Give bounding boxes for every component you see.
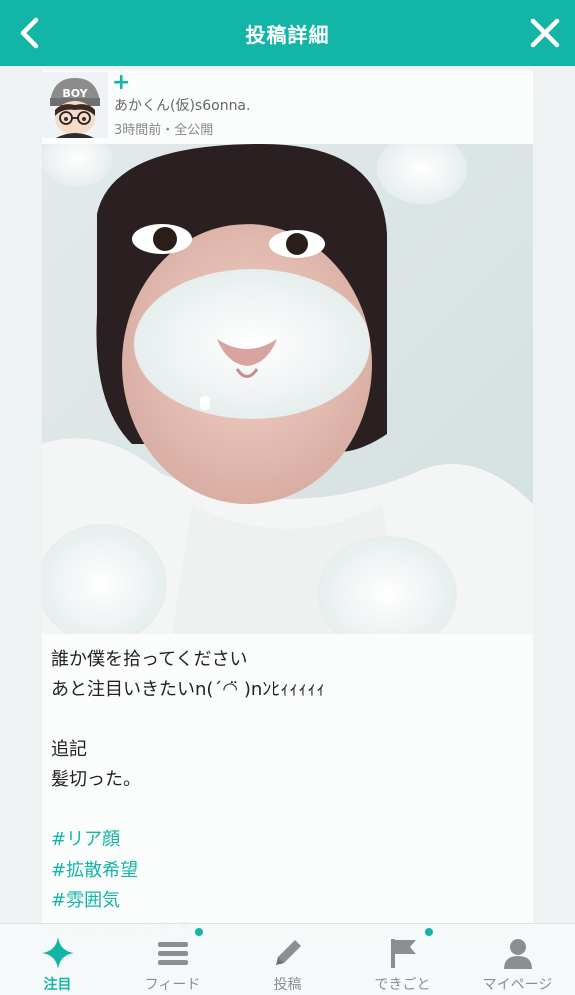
tab-label: フィード <box>144 977 201 993</box>
username[interactable]: あかくん(仮)s6onna. <box>114 95 250 115</box>
hashtag[interactable]: #拡散希望 <box>51 856 521 887</box>
flag-icon <box>390 939 416 968</box>
post-photo-image <box>42 144 533 634</box>
tab-label: マイページ <box>482 977 553 993</box>
hashtag[interactable]: #雰囲気 <box>51 886 521 917</box>
tab-featured[interactable]: 注目 <box>0 924 115 995</box>
page-title: 投稿詳細 <box>245 22 330 47</box>
tab-feed[interactable]: フィード <box>115 924 230 995</box>
post-body: 誰か僕を拾ってください あと注目いきたいn(´◠̈ )nﾝﾋｨｨｨｨｨ 追記 髪… <box>51 649 326 790</box>
avatar[interactable]: BOY <box>42 72 108 138</box>
notification-dot <box>195 928 203 936</box>
pencil-icon <box>275 940 301 965</box>
post-photo[interactable] <box>42 144 533 634</box>
post-card: BOY + あかくん(仮)s6onna. 3時間前・全公開 誰か僕を拾ってくださ… <box>42 70 533 942</box>
app-header: 投稿詳細 <box>0 0 575 66</box>
avatar-illustration: BOY <box>42 72 108 138</box>
close-icon <box>530 18 560 48</box>
post-meta: 3時間前・全公開 <box>114 123 214 138</box>
follow-button[interactable]: + <box>112 72 130 94</box>
tab-label: 投稿 <box>273 977 302 993</box>
tab-mypage[interactable]: マイページ <box>460 924 575 995</box>
tab-post[interactable]: 投稿 <box>230 924 345 995</box>
notification-dot <box>425 928 433 936</box>
tab-events[interactable]: できごと <box>345 924 460 995</box>
sparkle-icon <box>41 937 74 969</box>
person-icon <box>503 939 532 969</box>
svg-text:BOY: BOY <box>62 87 88 100</box>
tab-label: 注目 <box>43 977 72 993</box>
chevron-left-icon <box>20 17 39 49</box>
hashtag[interactable]: #リア顔 <box>51 825 521 856</box>
list-icon <box>157 942 188 965</box>
bottom-tab-bar: 注目 フィード 投稿 できごと マイページ <box>0 923 575 995</box>
tab-label: できごと <box>374 977 431 993</box>
close-button[interactable] <box>525 13 565 53</box>
back-button[interactable] <box>10 13 50 53</box>
